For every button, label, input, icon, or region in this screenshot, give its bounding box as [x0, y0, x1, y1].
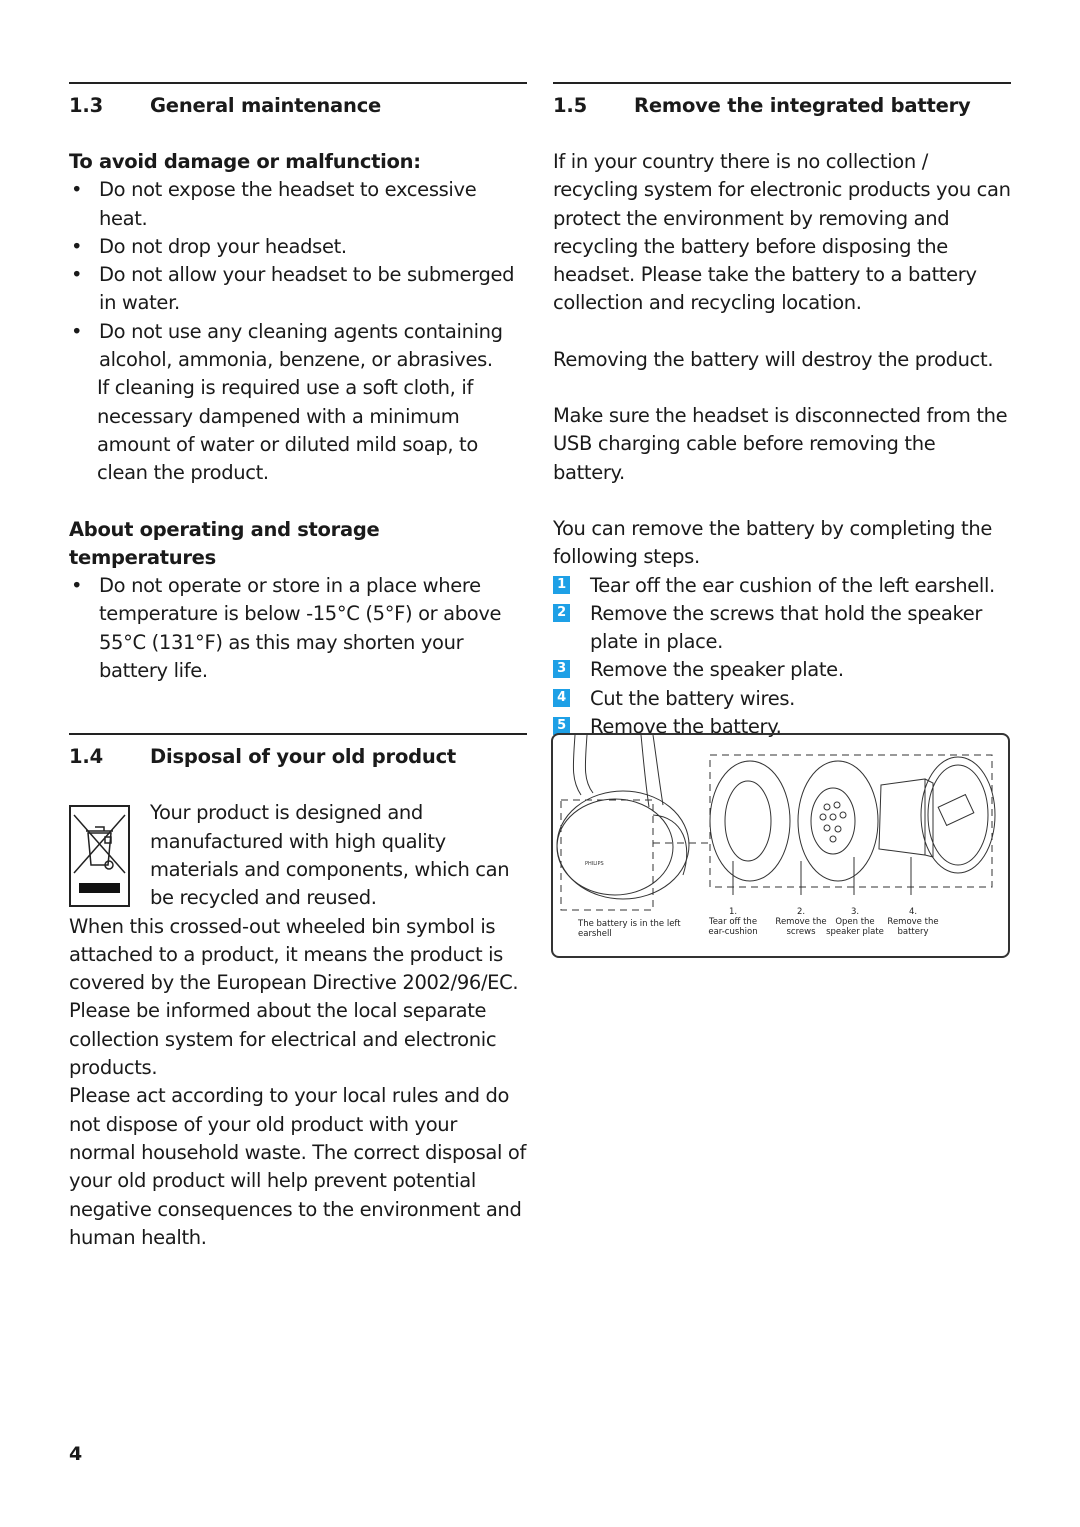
disposal-paragraph-2: Please act according to your local rules… [69, 1084, 526, 1249]
cleaning-note: If cleaning is required use a soft cloth… [97, 376, 478, 485]
section-heading-1-3: 1.3 General maintenance [69, 92, 527, 120]
battery-paragraph-1: If in your country there is no collectio… [553, 150, 1011, 315]
battery-paragraph-4: You can remove the battery by completing… [553, 516, 993, 569]
battery-paragraph-3: Make sure the headset is disconnected fr… [553, 404, 1008, 484]
step-item: 4 Cut the battery wires. [553, 685, 1011, 713]
earshell-back-illustration [920, 756, 996, 874]
headband-illustration [572, 735, 594, 796]
figure-label-4: 4. Remove the battery [887, 907, 939, 937]
section-title: Remove the integrated battery [634, 94, 971, 117]
left-column: 1.3 General maintenance To avoid damage … [69, 82, 527, 1252]
step-number-badge: 3 [553, 660, 570, 679]
battery-steps-list: 1 Tear off the ear cushion of the left ea… [553, 572, 1011, 742]
step-item: 3 Remove the speaker plate. [553, 656, 1011, 684]
maintenance-bullet-list: • Do not expose the headset to excessive … [69, 176, 527, 374]
subheading-temperature: About operating and storage temperatures [69, 517, 380, 569]
bullet-icon: • [71, 574, 83, 598]
speaker-plate-illustration [797, 760, 879, 882]
figure-label-1: 1. Tear off the ear-cushion [708, 907, 758, 937]
section-number: 1.5 [553, 94, 587, 117]
section-divider [69, 733, 527, 736]
step-item: 1 Tear off the ear cushion of the left ea… [553, 572, 1011, 600]
list-item: • Do not expose the headset to excessive … [69, 176, 527, 233]
step-number-badge: 4 [553, 688, 570, 707]
crossed-out-wheeled-bin-icon [69, 805, 130, 908]
section-divider [69, 82, 527, 84]
battery-removal-illustration: PHILIPS The battery is in the left earsh… [551, 733, 1010, 958]
temperature-bullet-list: • Do not operate or store in a place wher… [69, 572, 527, 685]
section-number: 1.4 [69, 745, 103, 769]
list-item: • Do not operate or store in a place wher… [69, 572, 527, 685]
headset-brand-label: PHILIPS [585, 861, 604, 867]
right-column: 1.5 Remove the integrated battery If in … [553, 82, 1011, 741]
section-divider [553, 82, 1011, 84]
figure-label-2: 2. Remove the screws [775, 907, 827, 937]
step-item: 2 Remove the screws that hold the speaker… [553, 600, 1011, 657]
disposal-intro: Your product is designed and manufacture… [69, 799, 527, 912]
battery-paragraph-2: Removing the battery will destroy the pr… [553, 347, 994, 371]
bullet-icon: • [71, 319, 83, 343]
section-heading-1-4: 1.4 Disposal of your old product [69, 743, 527, 771]
subheading-damage: To avoid damage or malfunction: [69, 150, 421, 173]
battery-illustration [878, 778, 934, 858]
section-title: General maintenance [150, 94, 382, 117]
section-number: 1.3 [69, 94, 103, 117]
disposal-paragraph-1: When this crossed-out wheeled bin symbol… [69, 914, 519, 1080]
disposal-intro-text: Your product is designed and manufacture… [150, 801, 510, 910]
list-item: • Do not drop your headset. [69, 233, 527, 261]
list-item: • Do not allow your headset to be submerg… [69, 261, 527, 318]
step-number-badge: 2 [553, 603, 570, 622]
section-heading-1-5: 1.5 Remove the integrated battery [553, 92, 1011, 120]
page-number: 4 [69, 1443, 83, 1465]
ear-cushion-illustration [709, 760, 791, 882]
section-title: Disposal of your old product [150, 745, 457, 769]
bullet-icon: • [71, 234, 83, 258]
figure-caption-left: The battery is in the left earshell [578, 919, 681, 939]
step-number-badge: 1 [553, 575, 570, 594]
figure-label-3: 3. Open the speaker plate [826, 907, 884, 937]
bullet-icon: • [71, 178, 83, 202]
bullet-icon: • [71, 263, 83, 287]
list-item: • Do not use any cleaning agents containi… [69, 318, 527, 375]
